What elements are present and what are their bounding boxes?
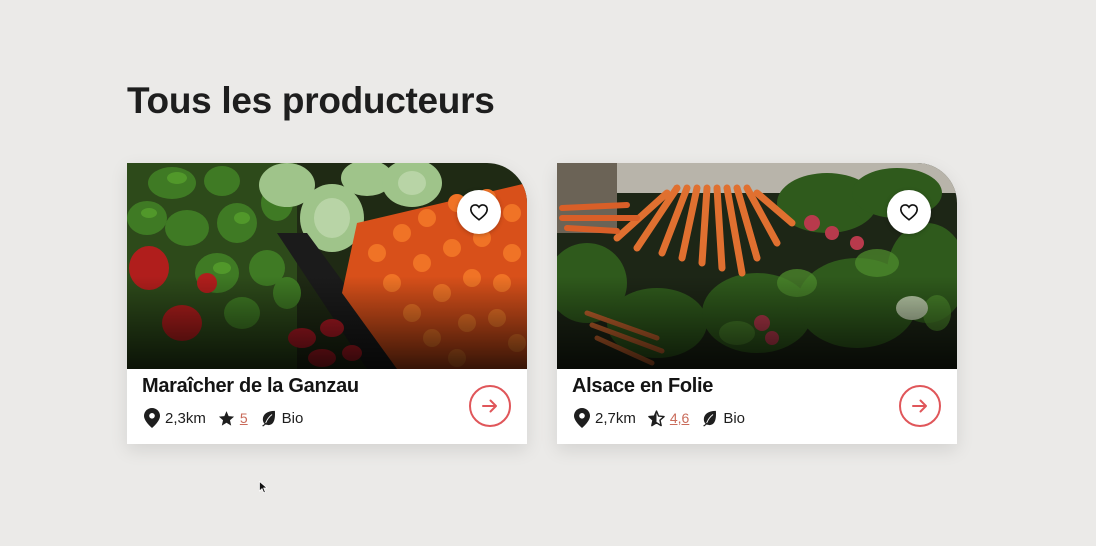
distance: 2,7km [574, 408, 636, 428]
open-producer-button[interactable] [899, 385, 941, 427]
rating-link[interactable]: 5 [240, 410, 248, 426]
favorite-button[interactable] [457, 190, 501, 234]
distance: 2,3km [144, 408, 206, 428]
favorite-button[interactable] [887, 190, 931, 234]
heart-outline-icon [469, 204, 489, 221]
bio-label: Bio [701, 409, 745, 427]
star-filled-icon [218, 410, 234, 426]
rating: 4,6 [648, 409, 689, 427]
location-pin-icon [144, 408, 160, 428]
leaf-icon [703, 410, 717, 427]
page-title: Tous les producteurs [127, 80, 495, 121]
distance-value: 2,3km [165, 409, 206, 427]
producer-name[interactable]: Maraîcher de la Ganzau [142, 375, 359, 398]
rating-link[interactable]: 4,6 [670, 410, 689, 426]
producer-meta: 2,7km 4,6 Bio [574, 406, 757, 430]
producer-card[interactable]: Maraîcher de la Ganzau 2,3km 5 Bio [127, 163, 527, 444]
bio-label: Bio [260, 409, 304, 427]
bio-text: Bio [723, 409, 746, 427]
bio-text: Bio [281, 409, 304, 427]
producer-meta: 2,3km 5 Bio [144, 406, 315, 430]
arrow-right-icon [482, 399, 497, 413]
star-half-icon [648, 409, 665, 426]
rating: 5 [218, 410, 248, 427]
producer-name[interactable]: Alsace en Folie [572, 375, 713, 398]
location-pin-icon [574, 408, 590, 428]
leaf-icon [261, 410, 275, 427]
distance-value: 2,7km [595, 409, 636, 427]
heart-outline-icon [899, 204, 919, 221]
open-producer-button[interactable] [469, 385, 511, 427]
arrow-right-icon [912, 399, 927, 413]
mouse-cursor-icon [259, 481, 268, 494]
producer-card[interactable]: Alsace en Folie 2,7km 4,6 Bio [557, 163, 957, 444]
